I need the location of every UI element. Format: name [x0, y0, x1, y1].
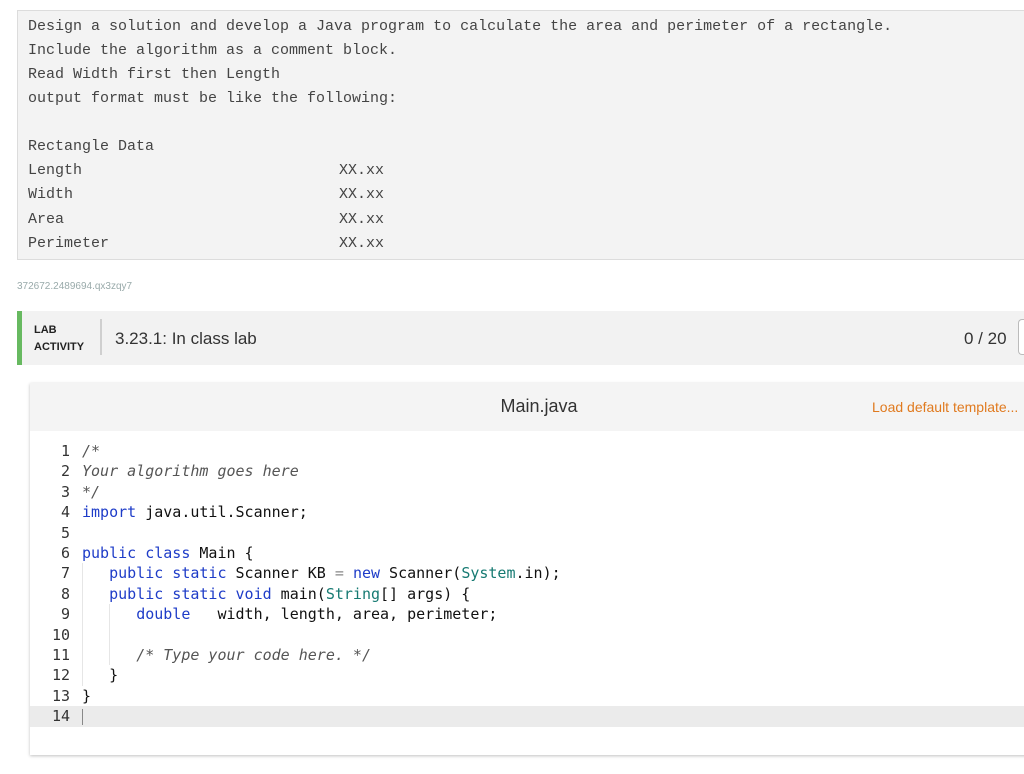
line-number: 6 [60, 544, 70, 562]
lab-score: 0 / 20 [964, 329, 1007, 348]
lab-type-line2: ACTIVITY [34, 341, 85, 353]
prompt-line: output format must be like the following… [28, 90, 398, 107]
problem-statement: Design a solution and develop a Java pro… [17, 10, 1024, 260]
code-line[interactable]: 9 double width, length, area, perimeter; [30, 604, 1024, 625]
prompt-line: Design a solution and develop a Java pro… [28, 18, 893, 35]
table-row-label: Length [28, 162, 83, 179]
code-line[interactable]: 1 /* [30, 441, 1024, 461]
score-toggle-button[interactable] [1018, 319, 1024, 355]
table-title: Rectangle Data [28, 138, 155, 155]
line-number: 9 [60, 605, 70, 624]
table-row-value: XX.xx [339, 211, 385, 228]
code-line[interactable]: 2 Your algorithm goes here [30, 461, 1024, 481]
line-number: 12 [51, 666, 70, 685]
lab-activity-header: LAB ACTIVITY 3.23.1: In class lab 0 / 20 [17, 311, 1024, 365]
line-number: 4 [60, 503, 70, 522]
code-line[interactable]: 7 public static Scanner KB = new Scanner… [30, 563, 1024, 584]
code-line[interactable]: 10 [30, 624, 1024, 645]
line-number: 13 [51, 686, 70, 705]
line-number: 1 [60, 442, 70, 460]
load-default-template-link[interactable]: Load default template... [872, 399, 1018, 415]
code-line[interactable]: 5 [30, 523, 1024, 543]
lab-type-label: LAB ACTIVITY [34, 322, 84, 356]
code-line[interactable]: 11 /* Type your code here. */ [30, 645, 1024, 666]
line-number: 2 [60, 462, 70, 481]
watermark-id: 372672.2489694.qx3zqy7 [17, 281, 133, 292]
line-number: 14 [51, 707, 70, 726]
line-number: 7 [60, 564, 70, 583]
prompt-line: Read Width first then Length [28, 66, 281, 83]
lab-title: 3.23.1: In class lab [115, 329, 257, 348]
code-line[interactable]: 13 } [30, 686, 1024, 706]
code-line[interactable]: 8 public static void main(String[] args)… [30, 583, 1024, 605]
code-line[interactable]: 6 public class Main { [30, 543, 1024, 563]
table-row-value: XX.xx [339, 235, 385, 252]
code-line-active[interactable]: 14 [30, 706, 1024, 727]
prompt-line: Include the algorithm as a comment block… [28, 42, 398, 59]
line-number: 8 [60, 584, 70, 603]
code-line[interactable]: 3 */ [30, 482, 1024, 502]
code-line[interactable]: 4 import java.util.Scanner; [30, 502, 1024, 522]
table-row-value: XX.xx [339, 162, 385, 179]
line-number: 11 [51, 646, 70, 664]
table-row-value: XX.xx [339, 186, 385, 203]
text-cursor [82, 708, 83, 725]
code-editor: Main.java Load default template... 1 /* … [30, 383, 1024, 755]
table-row-label: Width [28, 186, 74, 203]
line-number: 10 [51, 625, 70, 644]
lab-type-line1: LAB [34, 324, 57, 336]
code-text-area[interactable]: 1 /* 2 Your algorithm goes here 3 */ 4 i… [30, 431, 1024, 755]
line-number: 3 [60, 482, 70, 501]
table-row-label: Area [28, 211, 65, 228]
header-divider [100, 319, 102, 355]
code-line[interactable]: 12 } [30, 665, 1024, 686]
line-number: 5 [60, 523, 70, 542]
table-row-label: Perimeter [28, 235, 110, 252]
